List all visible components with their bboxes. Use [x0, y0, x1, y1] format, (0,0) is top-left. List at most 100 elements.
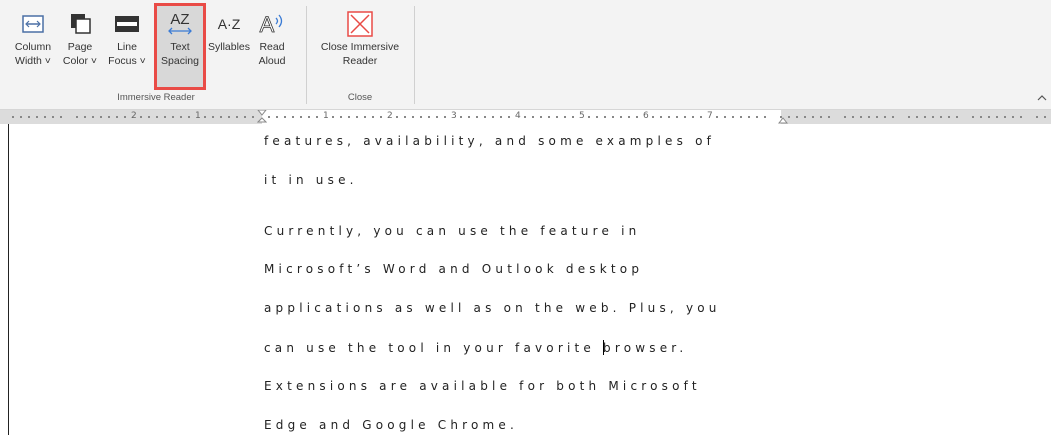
- ruler-tick: [756, 116, 758, 118]
- ruler-tick: [380, 116, 382, 118]
- read-aloud-label-1: Read: [259, 41, 285, 53]
- ruler-tick: [884, 116, 886, 118]
- ruler-tick: [940, 116, 942, 118]
- ruler-tick: [180, 116, 182, 118]
- syllables-glyph: A·Z: [218, 16, 241, 32]
- ruler-label: 1: [323, 111, 329, 121]
- ruler-tick: [932, 116, 934, 118]
- ruler-tick: [652, 116, 654, 118]
- ruler-tick: [556, 116, 558, 118]
- ruler-tick: [316, 116, 318, 118]
- ruler-tick: [372, 116, 374, 118]
- ruler-tick: [396, 116, 398, 118]
- column-width-button[interactable]: Column Width ˅: [10, 6, 56, 88]
- ruler-tick: [156, 116, 158, 118]
- ruler-tick: [924, 116, 926, 118]
- text-line-7: Extensions are available for both Micros…: [264, 379, 701, 393]
- ruler-tick: [620, 116, 622, 118]
- ruler-tick: [1036, 116, 1038, 118]
- ruler-tick: [44, 116, 46, 118]
- ruler-tick: [748, 116, 750, 118]
- ruler-tick: [724, 116, 726, 118]
- ruler-tick: [348, 116, 350, 118]
- line-focus-icon: [115, 16, 139, 32]
- ruler-tick: [428, 116, 430, 118]
- close-immersive-reader-button[interactable]: Close Immersive Reader: [312, 6, 408, 88]
- ruler-tick: [916, 116, 918, 118]
- syllables-button[interactable]: A·Z Syllables: [205, 6, 253, 88]
- read-aloud-glyph: A: [260, 12, 275, 37]
- ruler-tick: [148, 116, 150, 118]
- ruler-tick: [788, 116, 790, 118]
- ruler-tick: [956, 116, 958, 118]
- ruler-tick: [492, 116, 494, 118]
- ruler-tick: [12, 116, 14, 118]
- ruler-tick: [404, 116, 406, 118]
- group-separator: [306, 6, 307, 104]
- right-indent-marker[interactable]: [778, 110, 788, 124]
- horizontal-ruler[interactable]: 2 1 1 2 3 4 5 6 7: [0, 110, 1051, 124]
- ruler-label: 1: [195, 111, 201, 121]
- ruler-tick: [308, 116, 310, 118]
- ribbon: Column Width ˅ Page Color ˅ Line Focus ˅…: [0, 0, 1051, 110]
- read-aloud-button[interactable]: A Read Aloud: [254, 6, 290, 88]
- ruler-tick: [588, 116, 590, 118]
- ruler-tick: [828, 116, 830, 118]
- ruler-tick: [740, 116, 742, 118]
- ruler-tick: [572, 116, 574, 118]
- ruler-tick: [356, 116, 358, 118]
- ruler-label: 7: [707, 111, 713, 121]
- ruler-tick: [564, 116, 566, 118]
- ruler-tick: [980, 116, 982, 118]
- ruler-tick: [20, 116, 22, 118]
- ruler-tick: [468, 116, 470, 118]
- ruler-tick: [60, 116, 62, 118]
- ruler-tick: [412, 116, 414, 118]
- ruler-tick: [1020, 116, 1022, 118]
- left-indent-marker[interactable]: [257, 110, 267, 124]
- text-spacing-button[interactable]: AZ Text Spacing: [157, 6, 203, 88]
- ruler-tick: [108, 116, 110, 118]
- ruler-tick: [36, 116, 38, 118]
- ruler-label: 4: [515, 111, 521, 121]
- ruler-tick: [84, 116, 86, 118]
- immersive-reader-group-label: Immersive Reader: [117, 92, 195, 103]
- ruler-tick: [228, 116, 230, 118]
- ruler-tick: [300, 116, 302, 118]
- ruler-tick: [508, 116, 510, 118]
- close-group-label: Close: [347, 92, 373, 103]
- text-line-4: Microsoft’s Word and Outlook desktop: [264, 262, 644, 276]
- collapse-ribbon-icon[interactable]: [1037, 94, 1047, 102]
- ruler-label: 3: [451, 111, 457, 121]
- ruler-tick: [700, 116, 702, 118]
- ruler-tick: [276, 116, 278, 118]
- ruler-tick: [684, 116, 686, 118]
- text-line-5: applications as well as on the web. Plus…: [264, 301, 721, 315]
- close-immersive-label-2: Reader: [342, 55, 378, 67]
- ruler-tick: [332, 116, 334, 118]
- page-color-button[interactable]: Page Color ˅: [60, 6, 100, 88]
- ruler-label: 6: [643, 111, 649, 121]
- ruler-tick: [164, 116, 166, 118]
- ruler-tick: [340, 116, 342, 118]
- ruler-tick: [764, 116, 766, 118]
- ruler-tick: [892, 116, 894, 118]
- ruler-tick: [188, 116, 190, 118]
- line-focus-button[interactable]: Line Focus ˅: [104, 6, 150, 88]
- ruler-tick: [444, 116, 446, 118]
- read-aloud-icon: A: [259, 12, 283, 37]
- ruler-tick: [532, 116, 534, 118]
- text-spacing-label-1: Text: [170, 41, 190, 53]
- ruler-tick: [660, 116, 662, 118]
- ruler-tick: [636, 116, 638, 118]
- ruler-tick: [1044, 116, 1046, 118]
- ruler-tick: [948, 116, 950, 118]
- ruler-tick: [732, 116, 734, 118]
- ruler-tick: [204, 116, 206, 118]
- ruler-tick: [612, 116, 614, 118]
- ruler-tick: [420, 116, 422, 118]
- close-immersive-label-1: Close Immersive: [320, 41, 400, 53]
- ruler-tick: [252, 116, 254, 118]
- text-spacing-icon: AZ: [168, 11, 192, 35]
- page-color-label-1: Page: [67, 41, 93, 53]
